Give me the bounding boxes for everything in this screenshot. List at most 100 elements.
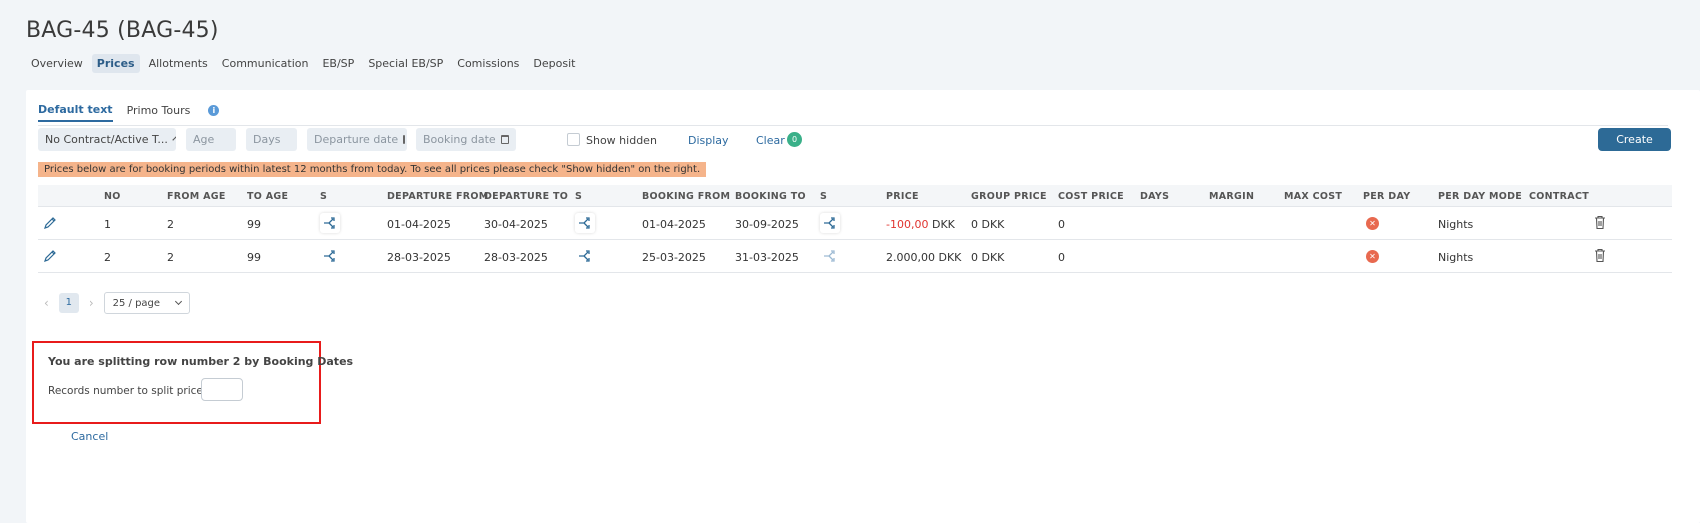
col-s-departure: S: [320, 191, 328, 202]
split-row-button[interactable]: [820, 213, 840, 233]
split-departure-icon[interactable]: [322, 249, 338, 263]
split-departure-button[interactable]: [320, 213, 340, 233]
col-per-day: PER DAY: [1363, 191, 1411, 202]
tab-overview[interactable]: Overview: [26, 54, 88, 73]
split-booking-icon[interactable]: [577, 249, 593, 263]
language-subtabs: Default text Primo Tours i: [38, 100, 1668, 126]
cell-to-age: 99: [247, 251, 261, 264]
days-input[interactable]: Days: [246, 128, 297, 151]
chevron-down-icon: [174, 297, 182, 306]
trash-icon[interactable]: [1593, 248, 1607, 263]
pencil-icon[interactable]: [43, 216, 57, 230]
page-size-value: 25 / page: [112, 297, 161, 309]
page-number[interactable]: 1: [58, 293, 79, 313]
subtab-primo-tours[interactable]: Primo Tours: [127, 104, 191, 121]
days-placeholder: Days: [253, 133, 281, 146]
cell-cost-price: 0: [1058, 218, 1065, 231]
departure-date-placeholder: Departure date: [314, 133, 399, 146]
display-button[interactable]: Display: [688, 134, 729, 147]
split-icon: [579, 217, 590, 229]
col-departure-from: DEPARTURE FROM: [387, 191, 489, 202]
col-booking-to: BOOKING TO: [735, 191, 806, 202]
cell-cost-price: 0: [1058, 251, 1065, 264]
show-hidden-label: Show hidden: [586, 134, 657, 147]
cell-booking-to: 30-09-2025: [735, 218, 799, 231]
split-icon: [324, 217, 335, 229]
main-tabs: Overview Prices Allotments Communication…: [26, 54, 580, 73]
tab-deposit[interactable]: Deposit: [528, 54, 580, 73]
cell-from-age: 2: [167, 251, 174, 264]
col-s-split: S: [820, 191, 828, 202]
price-currency: DKK: [931, 218, 955, 231]
cell-price: -100,00 DKK: [886, 218, 955, 231]
page-title: BAG-45 (BAG-45): [26, 18, 219, 43]
contract-select[interactable]: No Contract/Active T...: [38, 128, 176, 151]
split-records-input[interactable]: [201, 378, 243, 401]
cell-booking-from: 25-03-2025: [642, 251, 706, 264]
tab-allotments[interactable]: Allotments: [144, 54, 213, 73]
cell-group-price: 0 DKK: [971, 251, 1005, 264]
calendar-icon: [500, 135, 509, 144]
split-booking-button[interactable]: [575, 213, 595, 233]
cell-to-age: 99: [247, 218, 261, 231]
price-currency: DKK: [938, 251, 962, 264]
cell-price: 2.000,00 DKK: [886, 251, 961, 264]
age-input[interactable]: Age: [186, 128, 236, 151]
col-to-age: TO AGE: [247, 191, 289, 202]
tab-communication[interactable]: Communication: [217, 54, 314, 73]
cell-from-age: 2: [167, 218, 174, 231]
col-booking-from: BOOKING FROM: [642, 191, 731, 202]
table-row: 2 2 99 28-03-2025 28-03-2025 25-03-2025 …: [38, 240, 1672, 273]
next-page-icon[interactable]: ›: [89, 296, 94, 310]
price-value: -100,00: [886, 218, 929, 231]
tab-eb-sp[interactable]: EB/SP: [317, 54, 359, 73]
prices-panel: Default text Primo Tours i No Contract/A…: [26, 90, 1700, 523]
col-price: PRICE: [886, 191, 919, 202]
departure-date-input[interactable]: Departure date: [307, 128, 407, 151]
clear-button[interactable]: Clear: [756, 134, 785, 147]
page-size-select[interactable]: 25 / page: [103, 292, 190, 314]
info-icon[interactable]: i: [208, 105, 220, 116]
col-contract: CONTRACT: [1529, 191, 1589, 202]
prev-page-icon[interactable]: ‹: [44, 296, 49, 310]
trash-icon[interactable]: [1593, 215, 1607, 230]
booking-date-input[interactable]: Booking date: [416, 128, 516, 151]
notice-banner: Prices below are for booking periods wit…: [38, 162, 707, 177]
col-departure-to: DEPARTURE TO: [484, 191, 569, 202]
clear-count-badge: 0: [787, 132, 802, 147]
cell-no: 2: [104, 251, 111, 264]
show-hidden-checkbox[interactable]: [567, 133, 580, 146]
split-row-icon[interactable]: [822, 249, 838, 263]
tab-special-eb-sp[interactable]: Special EB/SP: [363, 54, 448, 73]
tab-prices[interactable]: Prices: [91, 54, 140, 73]
split-icon: [824, 217, 835, 229]
calendar-icon: [403, 135, 406, 144]
col-cost-price: COST PRICE: [1058, 191, 1124, 202]
cell-booking-to: 31-03-2025: [735, 251, 799, 264]
col-days: DAYS: [1140, 191, 1170, 202]
contract-select-value: No Contract/Active T...: [45, 133, 168, 146]
split-panel: You are splitting row number 2 by Bookin…: [32, 341, 353, 424]
col-from-age: FROM AGE: [167, 191, 226, 202]
col-margin: MARGIN: [1209, 191, 1255, 202]
subtab-default-text[interactable]: Default text: [38, 103, 113, 122]
table-row: 1 2 99 01-04-2025 30-04-2025 01-04-2025 …: [38, 207, 1672, 240]
cell-group-price: 0 DKK: [971, 218, 1005, 231]
cell-departure-from: 01-04-2025: [387, 218, 451, 231]
split-title: You are splitting row number 2 by Bookin…: [48, 355, 354, 368]
cell-booking-from: 01-04-2025: [642, 218, 706, 231]
tab-comissions[interactable]: Comissions: [452, 54, 524, 73]
x-circle-icon: ✕: [1366, 250, 1379, 263]
prices-table: NO FROM AGE TO AGE S DEPARTURE FROM DEPA…: [38, 185, 1672, 273]
cancel-button[interactable]: Cancel: [71, 430, 108, 443]
split-records-label: Records number to split prices in: [48, 385, 222, 397]
cell-per-day-mode: Nights: [1438, 251, 1474, 264]
create-button[interactable]: Create: [1598, 128, 1671, 151]
x-circle-icon: ✕: [1366, 217, 1379, 230]
pencil-icon[interactable]: [43, 249, 57, 263]
table-header: NO FROM AGE TO AGE S DEPARTURE FROM DEPA…: [38, 185, 1672, 207]
cell-departure-to: 28-03-2025: [484, 251, 548, 264]
col-s-booking: S: [575, 191, 583, 202]
cell-departure-to: 30-04-2025: [484, 218, 548, 231]
cell-per-day-mode: Nights: [1438, 218, 1474, 231]
